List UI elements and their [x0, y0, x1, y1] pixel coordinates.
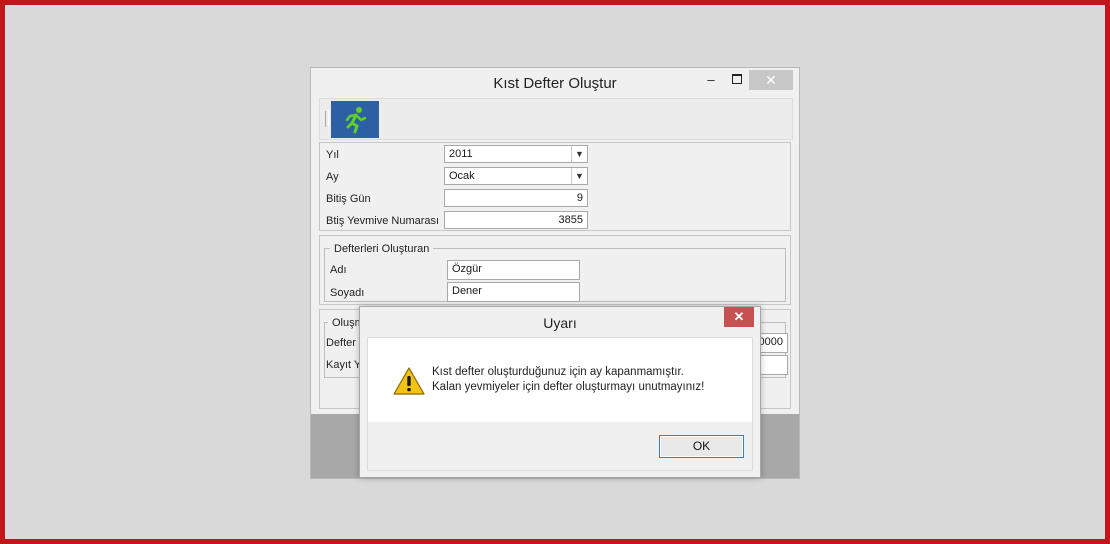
dialog-title: Uyarı [543, 315, 577, 331]
end-day-label: Bitiş Gün [326, 193, 371, 205]
dialog-message-line2: Kalan yevmiyeler için defter oluşturmayı… [432, 381, 705, 393]
warning-icon [393, 367, 425, 395]
dialog-footer: OK [368, 422, 752, 470]
close-button[interactable]: ✕ [749, 70, 793, 90]
end-journal-label: Btiş Yevmive Numarası [326, 215, 440, 227]
dialog-message: Kıst defter oluşturduğunuz için ay kapan… [432, 365, 704, 395]
kayit-label: Kayıt Y [326, 359, 362, 371]
exit-button[interactable] [331, 101, 379, 138]
month-select[interactable]: Ocak ▼ [444, 167, 588, 185]
toolbar [319, 98, 793, 140]
end-journal-input[interactable]: 3855 [444, 211, 588, 229]
maximize-button[interactable] [723, 70, 751, 90]
name-label: Adı [330, 264, 347, 276]
minimize-button[interactable]: – [697, 70, 725, 90]
dialog-close-button[interactable]: ✕ [724, 307, 754, 327]
maximize-icon [732, 74, 742, 84]
name-input[interactable]: Özgür [447, 260, 580, 280]
ok-button[interactable]: OK [659, 435, 744, 458]
window-titlebar: Kıst Defter Oluştur – ✕ [311, 68, 799, 98]
dialog-body: Kıst defter oluşturduğunuz için ay kapan… [367, 337, 753, 471]
end-day-input[interactable]: 9 [444, 189, 588, 207]
creators-group-title: Defterleri Oluşturan [330, 243, 434, 255]
year-label: Yıl [326, 149, 339, 161]
dialog-message-line1: Kıst defter oluşturduğunuz için ay kapan… [432, 366, 684, 378]
year-value: 2011 [449, 148, 473, 160]
warning-dialog: Uyarı ✕ Kıst defter oluşturduğunuz için … [359, 306, 761, 478]
defter-label: Defter [326, 337, 356, 349]
chevron-down-icon[interactable]: ▼ [571, 146, 587, 162]
month-value: Ocak [449, 170, 475, 182]
running-exit-icon [345, 107, 367, 134]
month-label: Ay [326, 171, 339, 183]
creators-panel: Defterleri Oluşturan Adı Özgür Soyadı De… [319, 235, 791, 305]
toolbar-grip[interactable] [325, 111, 329, 127]
chevron-down-icon[interactable]: ▼ [571, 168, 587, 184]
surname-label: Soyadı [330, 287, 365, 299]
main-form-panel: Yıl 2011 ▼ Ay Ocak ▼ Bitiş Gün 9 Btiş Ye… [319, 142, 791, 231]
surname-input[interactable]: Dener [447, 282, 580, 302]
year-select[interactable]: 2011 ▼ [444, 145, 588, 163]
